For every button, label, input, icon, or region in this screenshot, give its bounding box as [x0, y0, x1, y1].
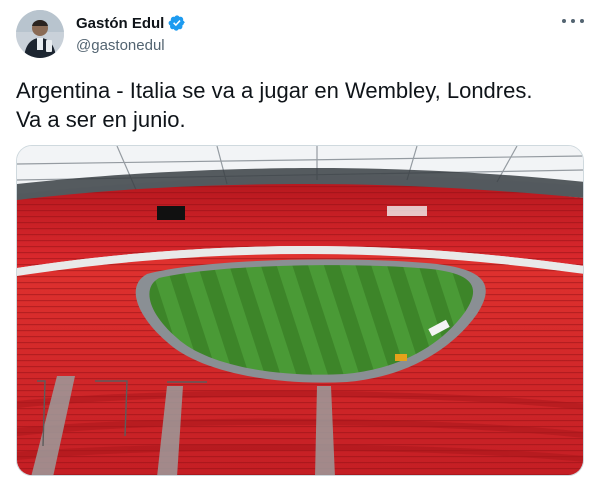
tweet-text: Argentina - Italia se va a jugar en Wemb… [16, 78, 533, 132]
tweet-card[interactable]: Gastón Edul @gastonedul Argentina - Ital… [0, 0, 600, 486]
more-options-icon[interactable] [562, 14, 584, 28]
avatar-photo-icon [16, 10, 64, 58]
tweet-media-image[interactable] [16, 145, 584, 476]
verified-badge-icon [168, 15, 186, 31]
author-handle[interactable]: @gastonedul [76, 37, 186, 54]
author-info: Gastón Edul @gastonedul [76, 13, 186, 54]
author-avatar[interactable] [16, 10, 64, 58]
author-name[interactable]: Gastón Edul [76, 15, 164, 32]
stadium-photo-icon [17, 146, 583, 475]
